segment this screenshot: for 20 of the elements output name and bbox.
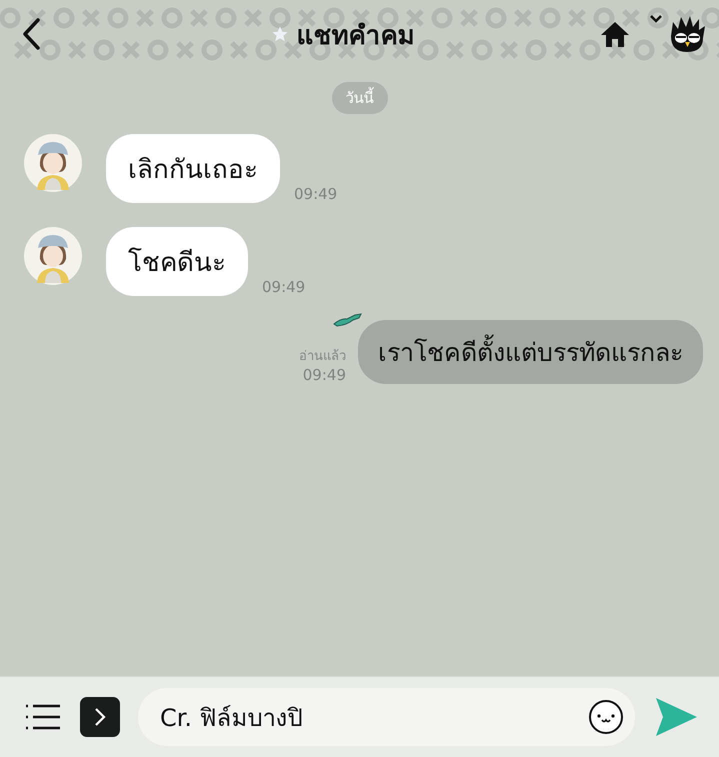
caret-icon[interactable]: [649, 14, 663, 24]
menu-icon[interactable]: [24, 702, 62, 732]
message-time: 09:49: [262, 278, 306, 296]
message-time: 09:49: [302, 366, 346, 384]
chat-title: แชทคำคม: [296, 20, 414, 52]
avatar[interactable]: [24, 134, 82, 192]
expand-button[interactable]: [80, 697, 120, 737]
star-icon[interactable]: [270, 25, 288, 43]
message-input[interactable]: Cr. ฟิล์มบางปิ: [138, 688, 635, 746]
avatar[interactable]: [24, 227, 82, 285]
message-bubble: โชคดีนะ: [106, 227, 248, 296]
message-time: 09:49: [294, 185, 338, 203]
message-bubble: เราโชคดีตั้งแต่บรรทัดแรกละ: [358, 320, 703, 384]
date-label: วันนี้: [332, 82, 388, 114]
chevron-icon: [94, 707, 106, 727]
crocodile-sticker-icon: [333, 312, 363, 328]
emoji-icon[interactable]: [587, 699, 625, 735]
home-icon[interactable]: [599, 20, 631, 48]
message-bubble: เลิกกันเถอะ: [106, 134, 280, 203]
read-receipt: อ่านแล้ว: [299, 348, 346, 366]
